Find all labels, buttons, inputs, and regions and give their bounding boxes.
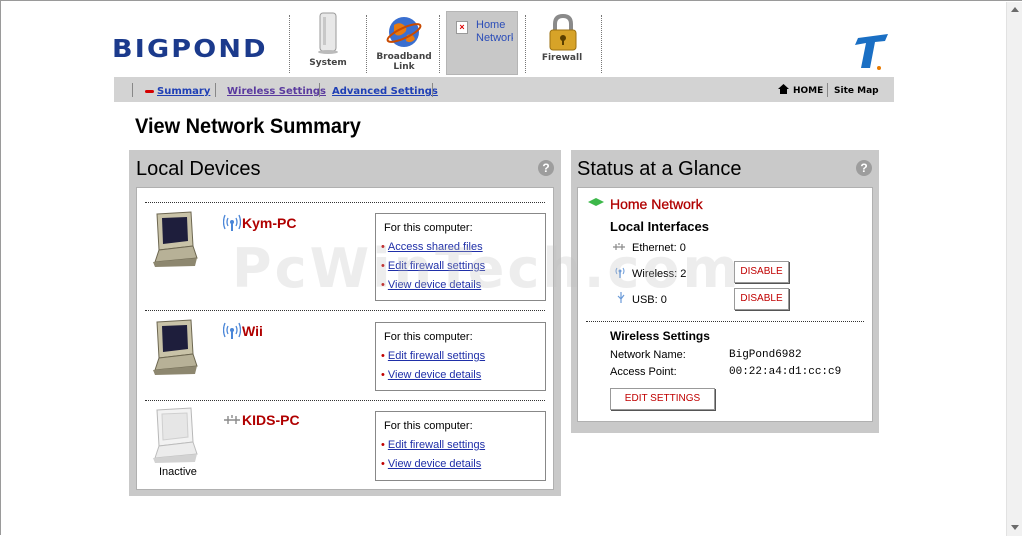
bigpond-logo: BIGPOND xyxy=(112,34,268,63)
vertical-scrollbar[interactable] xyxy=(1006,2,1022,536)
wireless-count: Wireless: 2 xyxy=(632,268,687,280)
network-name-value: BigPond6982 xyxy=(729,349,802,361)
device-actions-box: For this computer: Access shared files E… xyxy=(375,213,546,301)
local-interfaces-heading: Local Interfaces xyxy=(610,219,709,234)
disable-wireless-button[interactable]: DISABLE xyxy=(734,261,789,283)
telstra-logo-icon xyxy=(855,34,888,70)
nav-separator xyxy=(319,83,320,97)
device-name[interactable]: Wii xyxy=(242,323,263,339)
nav-summary-link[interactable]: Summary xyxy=(157,86,210,97)
wireless-icon xyxy=(615,267,625,278)
view-device-details-link[interactable]: View device details xyxy=(381,279,481,291)
access-shared-files-link[interactable]: Access shared files xyxy=(381,241,483,253)
current-page-marker-icon xyxy=(145,90,154,93)
tab-broadband-label-1: Broadband xyxy=(376,52,432,62)
access-point-value: 00:22:a4:d1:cc:c9 xyxy=(729,366,842,378)
scroll-down-arrow-icon[interactable] xyxy=(1011,525,1019,530)
dotted-divider xyxy=(145,310,545,311)
system-icon xyxy=(318,12,338,54)
wireless-signal-icon xyxy=(223,322,241,339)
tab-separator xyxy=(525,15,526,73)
edit-firewall-settings-link[interactable]: Edit firewall settings xyxy=(381,439,485,451)
link-text[interactable]: View device details xyxy=(388,458,481,470)
device-name[interactable]: Kym-PC xyxy=(242,215,296,231)
local-devices-list: Kym-PC For this computer: Access shared … xyxy=(136,187,554,490)
padlock-icon xyxy=(549,13,577,51)
ethernet-icon xyxy=(613,243,625,250)
actions-heading: For this computer: xyxy=(384,420,473,432)
link-text[interactable]: View device details xyxy=(388,279,481,291)
nav-separator xyxy=(827,83,828,97)
view-device-details-link[interactable]: View device details xyxy=(381,369,481,381)
access-point-label: Access Point: xyxy=(610,366,677,378)
inactive-computer-icon xyxy=(153,407,198,463)
help-icon[interactable]: ? xyxy=(856,160,872,176)
nav-separator xyxy=(215,83,216,97)
link-text[interactable]: Edit firewall settings xyxy=(388,350,485,362)
local-devices-title: Local Devices xyxy=(136,158,261,180)
help-icon[interactable]: ? xyxy=(538,160,554,176)
status-title: Status at a Glance xyxy=(577,158,742,180)
link-text[interactable]: Edit firewall settings xyxy=(388,260,485,272)
home-icon xyxy=(778,84,789,94)
disable-usb-button[interactable]: DISABLE xyxy=(734,288,789,310)
home-link[interactable]: HOME xyxy=(793,86,823,96)
tab-firewall[interactable]: Firewall xyxy=(531,11,593,73)
browser-page: BIGPOND System Broadband Link × Home Net… xyxy=(0,0,1022,536)
wireless-settings-heading: Wireless Settings xyxy=(610,329,710,343)
dotted-divider xyxy=(145,400,545,401)
local-devices-panel: Local Devices ? Kym-PC For this computer… xyxy=(129,150,561,496)
tab-separator xyxy=(289,15,290,73)
broken-image-icon: × xyxy=(456,21,468,34)
tab-home-network-label: Home Network xyxy=(476,19,513,45)
device-name[interactable]: KIDS-PC xyxy=(242,412,300,428)
ethernet-icon xyxy=(224,415,240,424)
device-actions-box: For this computer: Edit firewall setting… xyxy=(375,411,546,481)
actions-heading: For this computer: xyxy=(384,222,473,234)
nav-wireless-settings-link[interactable]: Wireless Settings xyxy=(227,86,326,97)
status-panel: Status at a Glance ? Home Network Local … xyxy=(571,150,879,433)
tab-system-label: System xyxy=(309,58,347,68)
edit-firewall-settings-link[interactable]: Edit firewall settings xyxy=(381,350,485,362)
dotted-divider xyxy=(586,321,864,322)
nav-advanced-settings-link[interactable]: Advanced Settings xyxy=(332,86,438,97)
device-status: Inactive xyxy=(159,466,197,478)
tab-home-label-2: Network xyxy=(476,32,513,44)
status-content: Home Network Local Interfaces Ethernet: … xyxy=(577,187,873,422)
nav-separator xyxy=(432,83,433,97)
tab-home-label-1: Home xyxy=(476,19,506,31)
ethernet-count: Ethernet: 0 xyxy=(632,242,686,254)
globe-icon xyxy=(386,17,422,47)
tab-separator xyxy=(366,15,367,73)
page-title: View Network Summary xyxy=(135,115,361,138)
link-text[interactable]: Edit firewall settings xyxy=(388,439,485,451)
tab-separator xyxy=(439,15,440,73)
edit-firewall-settings-link[interactable]: Edit firewall settings xyxy=(381,260,485,272)
scroll-up-arrow-icon[interactable] xyxy=(1011,7,1019,12)
device-actions-box: For this computer: Edit firewall setting… xyxy=(375,322,546,391)
actions-heading: For this computer: xyxy=(384,331,473,343)
nav-separator xyxy=(132,83,133,97)
view-device-details-link[interactable]: View device details xyxy=(381,458,481,470)
tab-broadband-link[interactable]: Broadband Link xyxy=(371,11,437,73)
link-text[interactable]: Access shared files xyxy=(388,241,483,253)
site-map-link[interactable]: Site Map xyxy=(834,86,879,96)
computer-icon xyxy=(153,319,198,375)
usb-icon xyxy=(617,292,625,303)
home-network-label: Home Network xyxy=(610,196,703,212)
link-text[interactable]: View device details xyxy=(388,369,481,381)
network-diamond-icon xyxy=(588,198,604,206)
computer-icon xyxy=(153,211,198,267)
tab-separator xyxy=(601,15,602,73)
edit-settings-button[interactable]: EDIT SETTINGS xyxy=(610,388,715,410)
tab-broadband-label-2: Link xyxy=(393,62,415,72)
tab-home-network[interactable]: × Home Network xyxy=(446,11,518,75)
usb-count: USB: 0 xyxy=(632,294,667,306)
tab-system[interactable]: System xyxy=(296,11,360,73)
tab-firewall-label: Firewall xyxy=(541,53,583,63)
wireless-signal-icon xyxy=(223,214,241,231)
network-name-label: Network Name: xyxy=(610,349,686,361)
dotted-divider xyxy=(145,202,545,203)
